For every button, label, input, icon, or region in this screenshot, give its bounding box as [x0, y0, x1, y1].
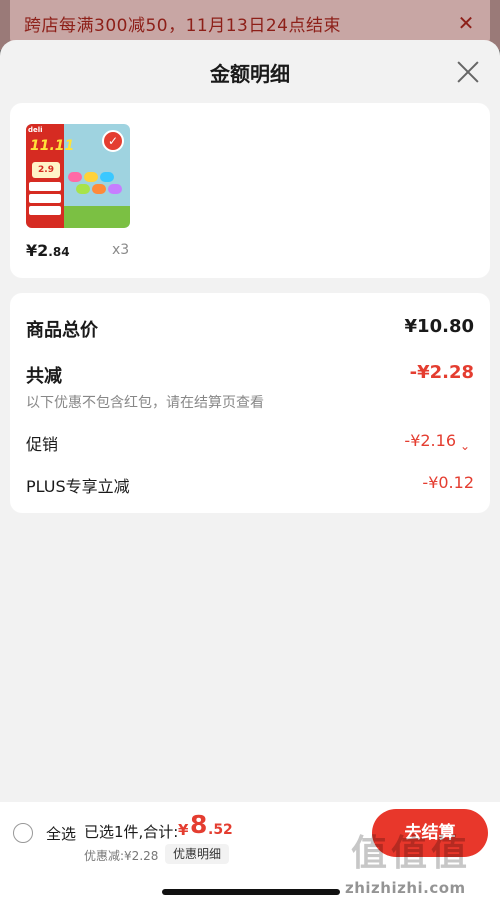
home-indicator	[162, 889, 340, 895]
thumbnail-product-art	[66, 170, 128, 210]
select-all-radio[interactable]	[13, 823, 33, 843]
discount-detail-button[interactable]: 优惠明细	[165, 844, 229, 864]
summary-card: 商品总价 ¥10.80 共减 -¥2.28 以下优惠不包含红包，请在结算页查看 …	[10, 293, 490, 513]
discount-note: 以下优惠不包含红包，请在结算页查看	[26, 395, 264, 411]
unit-price-dec: .84	[48, 245, 70, 259]
reduce-label: 共减	[26, 366, 62, 387]
total-label: 商品总价	[26, 320, 98, 341]
watermark-logo: 值值值	[351, 833, 472, 874]
discount-total: 优惠减:¥2.28	[84, 849, 159, 863]
select-all-label[interactable]: 全选	[46, 823, 76, 844]
promo-label: 促销	[26, 435, 59, 454]
promo-value[interactable]: -¥2.16	[350, 431, 456, 450]
promo-text: 跨店每满300减50，11月13日24点结束	[24, 15, 341, 36]
unit-price: ¥2.84	[26, 241, 70, 260]
product-thumbnail[interactable]: deli 11.11 2.9 ✓	[26, 124, 130, 228]
total-currency: ¥	[178, 821, 189, 839]
product-card: deli 11.11 2.9 ✓ ¥2.84 x3	[10, 103, 490, 278]
close-icon[interactable]: ✕	[456, 11, 476, 35]
reduce-value: -¥2.28	[409, 362, 474, 383]
chevron-down-icon[interactable]: ⌄	[460, 439, 470, 453]
thumbnail-price: 2.9	[32, 162, 60, 178]
brand-logo: deli	[28, 126, 43, 134]
thumbnail-headline: 11.11	[30, 138, 75, 154]
watermark-text: zhizhizhi.com	[345, 879, 466, 897]
thumbnail-rows	[29, 182, 61, 218]
sheet-title: 金额明细	[210, 62, 290, 86]
amount-detail-sheet: 金额明细 deli 11.11 2.9 ✓ ¥2.84 x3 商品总价 ¥10.…	[0, 40, 500, 907]
selected-count: 已选1件,合计:	[84, 823, 179, 841]
plus-value: -¥0.12	[422, 473, 474, 492]
total-amount-int: 8	[190, 810, 208, 839]
watermark: 值值值 zhizhizhi.com	[345, 833, 495, 907]
checkout-bar: 全选 已选1件,合计: ¥ 8 .52 优惠减:¥2.28 优惠明细 去结算 值…	[0, 802, 500, 907]
close-icon[interactable]	[454, 58, 482, 86]
total-amount-dec: .52	[208, 822, 233, 838]
plus-label: PLUS专享立减	[26, 477, 130, 496]
total-value: ¥10.80	[404, 316, 474, 337]
quantity: x3	[112, 242, 130, 258]
thumbnail-ground	[64, 206, 130, 228]
unit-price-int: 2	[37, 241, 49, 260]
unit-price-currency: ¥	[26, 241, 38, 260]
check-icon: ✓	[102, 130, 124, 152]
